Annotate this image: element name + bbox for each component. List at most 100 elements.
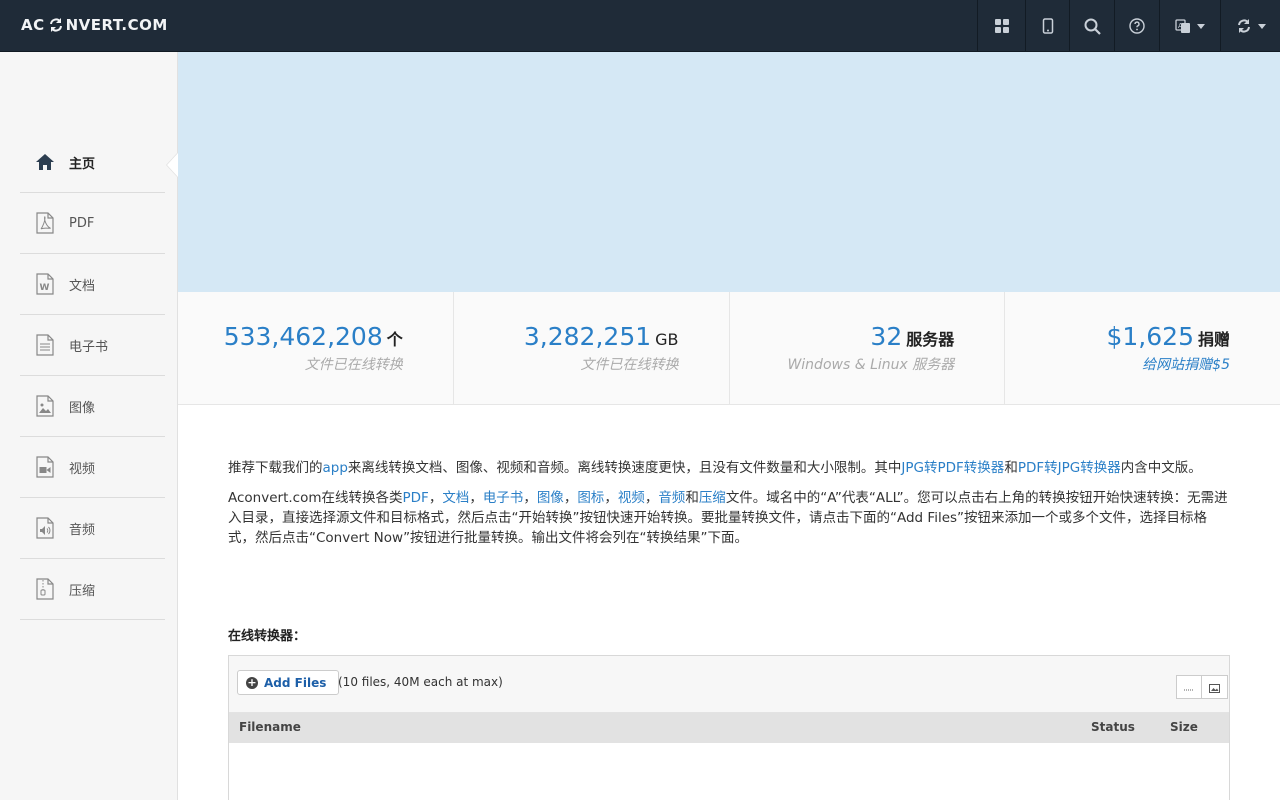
ebook-icon xyxy=(35,333,55,357)
stat-data-converted: 3,282,251 GB 文件已在线转换 xyxy=(454,292,730,404)
separator: ， xyxy=(604,490,618,506)
section-title: 在线转换器： xyxy=(228,629,307,644)
search-button[interactable] xyxy=(1069,0,1114,52)
intro-content: 推荐下载我们的app来离线转换文档、图像、视频和音频。离线转换速度更快，且没有文… xyxy=(228,458,1230,558)
donate-link[interactable]: 给网站捐赠$5 xyxy=(1005,354,1230,374)
mobile-icon xyxy=(1042,18,1054,34)
sidebar-item-label: 图像 xyxy=(69,400,96,416)
text: 推荐下载我们的 xyxy=(228,460,323,476)
add-files-button[interactable]: + Add Files xyxy=(237,670,340,695)
file-table-header: Filename Status Size xyxy=(229,713,1229,743)
icon-link[interactable]: 图标 xyxy=(577,490,604,506)
document-link[interactable]: 文档 xyxy=(442,490,469,506)
thumbnail-view-button[interactable] xyxy=(1202,675,1228,699)
grid-icon xyxy=(994,18,1010,34)
language-dropdown[interactable]: A xyxy=(1159,0,1220,52)
online-converter: + Add Files (10 files, 40M each at max) … xyxy=(228,655,1230,800)
text: 来离线转换文档、图像、视频和音频。离线转换速度更快，且没有文件数量和大小限制。其… xyxy=(347,460,902,476)
converter-toolbar: + Add Files (10 files, 40M each at max) xyxy=(229,656,1229,713)
svg-text:W: W xyxy=(40,283,50,293)
list-view-button[interactable] xyxy=(1176,675,1202,699)
stat-value: 533,462,208 xyxy=(223,322,383,351)
plus-circle-icon: + xyxy=(246,675,258,689)
stat-description: 文件已在线转换 xyxy=(580,357,679,373)
column-size: Size xyxy=(1170,720,1198,734)
apps-button[interactable] xyxy=(977,0,1025,52)
app-link[interactable]: app xyxy=(323,460,348,476)
logo-text-right: NVERT.COM xyxy=(65,16,168,34)
stat-unit: 个 xyxy=(386,330,403,349)
top-navbar: AC NVERT.COM A xyxy=(0,0,1280,52)
stat-files-converted: 533,462,208 个 文件已在线转换 xyxy=(178,292,454,404)
sidebar-item-archive[interactable]: 压缩 xyxy=(20,559,165,620)
audio-icon xyxy=(35,516,55,540)
column-filename: Filename xyxy=(239,720,301,734)
stat-description: 文件已在线转换 xyxy=(304,357,403,373)
sidebar-item-image[interactable]: 图像 xyxy=(20,376,165,437)
text: 内含中文版。 xyxy=(1120,460,1202,476)
chevron-down-icon xyxy=(1197,23,1205,29)
stat-donations[interactable]: $1,625 捐赠 给网站捐赠$5 xyxy=(1005,292,1280,404)
sidebar-menu: 主页 PDF W 文档 电子书 图像 视频 音频 压缩 xyxy=(20,132,165,620)
sidebar: 主页 PDF W 文档 电子书 图像 视频 音频 压缩 xyxy=(0,52,178,800)
separator: ， xyxy=(523,490,537,506)
pdf-link[interactable]: PDF xyxy=(403,490,429,506)
sidebar-item-label: 视频 xyxy=(69,461,96,477)
sidebar-item-audio[interactable]: 音频 xyxy=(20,498,165,559)
add-files-label: Add Files xyxy=(264,675,327,690)
stat-value: 32 xyxy=(870,322,903,351)
convert-dropdown[interactable] xyxy=(1220,0,1280,52)
ebook-link[interactable]: 电子书 xyxy=(483,490,524,506)
view-toggle xyxy=(1176,675,1228,699)
stat-value: $1,625 xyxy=(1106,322,1194,351)
text: 和 xyxy=(1004,460,1018,476)
stats-bar: 533,462,208 个 文件已在线转换 3,282,251 GB 文件已在线转换… xyxy=(178,292,1280,405)
stat-unit: 服务器 xyxy=(906,330,955,349)
pdf-to-jpg-link[interactable]: PDF转JPG转换器 xyxy=(1018,460,1121,476)
sidebar-item-label: 电子书 xyxy=(69,339,109,355)
sidebar-item-home[interactable]: 主页 xyxy=(20,132,165,193)
text: Aconvert.com在线转换各类 xyxy=(228,490,403,506)
sidebar-item-ebook[interactable]: 电子书 xyxy=(20,315,165,376)
refresh-logo-icon xyxy=(48,17,64,33)
jpg-to-pdf-link[interactable]: JPG转PDF转换器 xyxy=(901,460,1004,476)
sidebar-item-pdf[interactable]: PDF xyxy=(20,193,165,254)
separator: ， xyxy=(644,490,659,506)
sidebar-item-label: 主页 xyxy=(69,156,96,172)
video-icon xyxy=(35,455,55,479)
stat-value: 3,282,251 xyxy=(523,322,652,351)
logo-text-left: AC xyxy=(21,16,45,34)
separator: ， xyxy=(469,490,483,506)
ad-banner-area xyxy=(178,52,1280,292)
separator: ， xyxy=(563,490,578,506)
svg-text:A: A xyxy=(1178,22,1183,30)
stat-unit: 捐赠 xyxy=(1197,330,1230,349)
image-icon xyxy=(35,394,55,418)
search-icon xyxy=(1084,18,1101,35)
intro-paragraph-1: 推荐下载我们的app来离线转换文档、图像、视频和音频。离线转换速度更快，且没有文… xyxy=(228,458,1230,478)
stat-description: Windows & Linux 服务器 xyxy=(787,357,955,373)
image-icon xyxy=(1209,678,1220,697)
stat-unit: GB xyxy=(655,330,679,349)
sidebar-item-label: PDF xyxy=(69,215,95,231)
convert-icon xyxy=(1236,18,1252,34)
stat-servers: 32 服务器 Windows & Linux 服务器 xyxy=(730,292,1006,404)
video-link[interactable]: 视频 xyxy=(618,490,645,506)
sidebar-item-document[interactable]: W 文档 xyxy=(20,254,165,315)
home-icon xyxy=(35,150,55,174)
column-status: Status xyxy=(1091,720,1135,734)
sidebar-item-label: 压缩 xyxy=(69,583,96,599)
intro-paragraph-2: Aconvert.com在线转换各类PDF，文档，电子书，图像，图标，视频，音频… xyxy=(228,488,1230,548)
sidebar-item-video[interactable]: 视频 xyxy=(20,437,165,498)
list-icon xyxy=(1184,678,1194,697)
site-logo[interactable]: AC NVERT.COM xyxy=(21,16,168,34)
audio-link[interactable]: 音频 xyxy=(658,490,685,506)
archive-icon xyxy=(35,577,55,601)
archive-link[interactable]: 压缩 xyxy=(699,490,726,506)
help-button[interactable] xyxy=(1114,0,1159,52)
mobile-button[interactable] xyxy=(1025,0,1069,52)
sidebar-item-label: 文档 xyxy=(69,278,96,294)
image-link[interactable]: 图像 xyxy=(537,490,564,506)
chevron-down-icon xyxy=(1257,23,1266,29)
help-icon xyxy=(1129,18,1145,34)
